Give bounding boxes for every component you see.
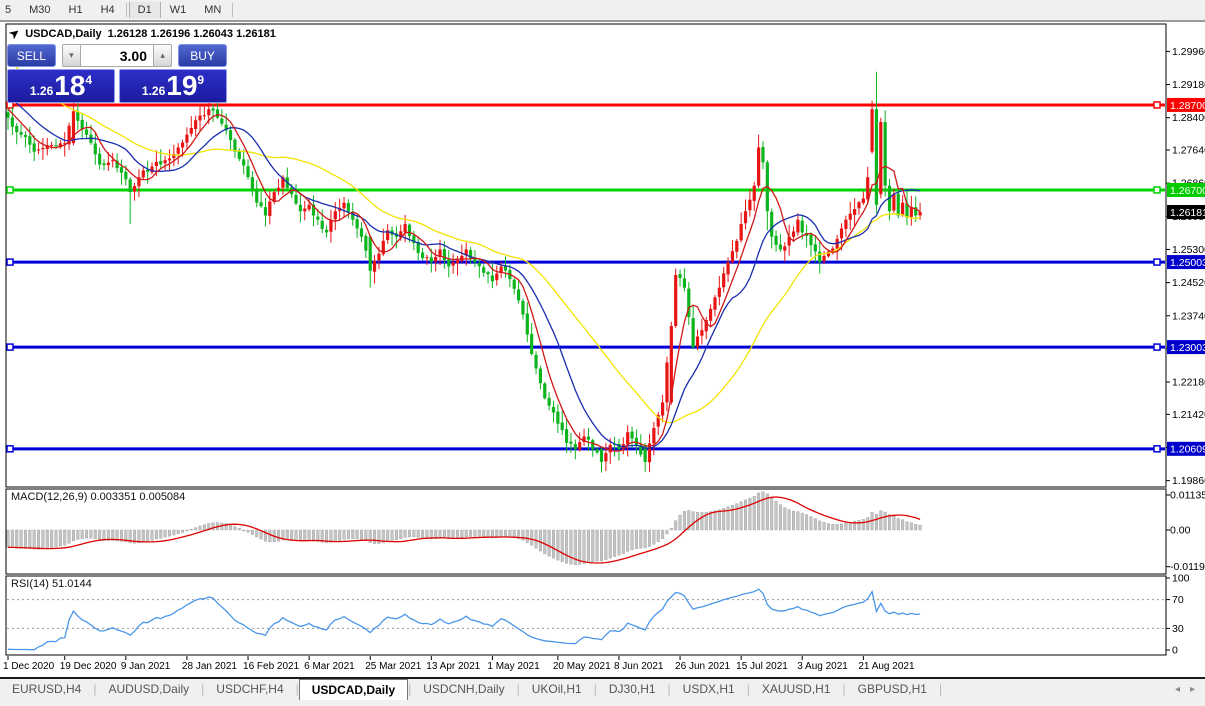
sell-button[interactable]: SELL bbox=[7, 44, 56, 67]
svg-text:0.01135: 0.01135 bbox=[1170, 489, 1205, 501]
svg-text:28 Jan 2021: 28 Jan 2021 bbox=[182, 661, 237, 672]
svg-text:1.25003: 1.25003 bbox=[1170, 257, 1205, 269]
sell-price-sup: 4 bbox=[85, 73, 92, 87]
svg-text:25 Mar 2021: 25 Mar 2021 bbox=[365, 661, 422, 672]
sell-price-big: 18 bbox=[54, 72, 85, 100]
tab-usdchf-h4[interactable]: USDCHF,H4 bbox=[204, 679, 295, 700]
one-click-trade-widget: SELL ▾ ▴ BUY 1.26 18 4 1.26 19 9 bbox=[7, 44, 227, 103]
svg-text:70: 70 bbox=[1172, 594, 1184, 606]
tab-eurusd-h4[interactable]: EURUSD,H4 bbox=[0, 679, 93, 700]
date-axis: 1 Dec 2020 19 Dec 2020 9 Jan 2021 28 Jan 20… bbox=[3, 656, 915, 672]
svg-text:9 Jan 2021: 9 Jan 2021 bbox=[121, 661, 171, 672]
svg-text:1.25300: 1.25300 bbox=[1172, 244, 1205, 256]
buy-price-small: 1.26 bbox=[142, 84, 165, 98]
svg-text:1.28400: 1.28400 bbox=[1172, 112, 1205, 124]
symbol-title: USDCAD,Daily bbox=[25, 28, 101, 40]
timeframe-h4[interactable]: H4 bbox=[92, 2, 124, 18]
timeframe-d1[interactable]: D1 bbox=[129, 2, 161, 18]
volume-decrease-button[interactable]: ▾ bbox=[62, 44, 81, 67]
mt4-window: 1.299601.291801.284001.276401.268601.260… bbox=[0, 0, 1205, 706]
volume-increase-button[interactable]: ▴ bbox=[153, 44, 172, 67]
svg-text:26 Jun 2021: 26 Jun 2021 bbox=[675, 661, 730, 672]
svg-text:1.21420: 1.21420 bbox=[1172, 409, 1205, 421]
timeframe-toolbar: 5M30H1H4 D1W1MN bbox=[0, 0, 1205, 22]
ohlc-values: 1.26128 1.26196 1.26043 1.26181 bbox=[108, 28, 276, 40]
svg-text:1.23003: 1.23003 bbox=[1170, 342, 1205, 354]
tab-usdcnh-daily[interactable]: USDCNH,Daily bbox=[411, 679, 516, 700]
buy-price-big: 19 bbox=[166, 72, 197, 100]
toolbar-separator bbox=[126, 3, 127, 17]
tab-scroll-right[interactable]: ▸ bbox=[1190, 684, 1195, 695]
svg-text:3 Aug 2021: 3 Aug 2021 bbox=[797, 661, 848, 672]
svg-text:100: 100 bbox=[1172, 573, 1190, 585]
tab-gbpusd-h1[interactable]: GBPUSD,H1 bbox=[846, 679, 939, 700]
tab-xauusd-h1[interactable]: XAUUSD,H1 bbox=[750, 679, 843, 700]
svg-text:1.29960: 1.29960 bbox=[1172, 46, 1205, 58]
macd-indicator-label: MACD(12,26,9) 0.003351 0.005084 bbox=[11, 491, 185, 503]
svg-text:30: 30 bbox=[1172, 623, 1184, 635]
svg-text:8 Jun 2021: 8 Jun 2021 bbox=[614, 661, 664, 672]
timeframe-mn[interactable]: MN bbox=[195, 2, 230, 18]
timeframe-h1[interactable]: H1 bbox=[60, 2, 92, 18]
volume-input[interactable] bbox=[81, 44, 153, 67]
toolbar-separator bbox=[232, 3, 233, 17]
svg-text:-0.01190: -0.01190 bbox=[1170, 561, 1205, 573]
svg-text:1.24520: 1.24520 bbox=[1172, 277, 1205, 289]
svg-text:1.23740: 1.23740 bbox=[1172, 310, 1205, 322]
buy-price-sup: 9 bbox=[197, 73, 204, 87]
sell-price-panel[interactable]: 1.26 18 4 bbox=[7, 69, 115, 103]
tab-audusd-daily[interactable]: AUDUSD,Daily bbox=[96, 679, 201, 700]
svg-text:1.29180: 1.29180 bbox=[1172, 79, 1205, 91]
svg-text:19 Dec 2020: 19 Dec 2020 bbox=[60, 661, 117, 672]
buy-price-panel[interactable]: 1.26 19 9 bbox=[119, 69, 227, 103]
svg-text:1.27640: 1.27640 bbox=[1172, 145, 1205, 157]
svg-text:1.19860: 1.19860 bbox=[1172, 475, 1205, 487]
svg-text:6 Mar 2021: 6 Mar 2021 bbox=[304, 661, 355, 672]
svg-text:16 Feb 2021: 16 Feb 2021 bbox=[243, 661, 300, 672]
timeframe-w1[interactable]: W1 bbox=[161, 2, 196, 18]
svg-text:1.20609: 1.20609 bbox=[1170, 444, 1205, 456]
svg-text:1 Dec 2020: 1 Dec 2020 bbox=[3, 661, 55, 672]
svg-text:1.26700: 1.26700 bbox=[1170, 185, 1205, 197]
tab-dj30-h1[interactable]: DJ30,H1 bbox=[597, 679, 668, 700]
buy-button[interactable]: BUY bbox=[178, 44, 227, 67]
svg-text:1.26181: 1.26181 bbox=[1170, 207, 1205, 219]
chart-tab-bar: EURUSD,H4|AUDUSD,Daily|USDCHF,H4|USDCAD,… bbox=[0, 677, 1205, 700]
chart-title: ➤ USDCAD,Daily 1.26128 1.26196 1.26043 1… bbox=[10, 27, 276, 40]
svg-text:15 Jul 2021: 15 Jul 2021 bbox=[736, 661, 788, 672]
rsi-indicator-label: RSI(14) 51.0144 bbox=[11, 578, 92, 590]
tab-scroll-arrows: ◂ ▸ bbox=[1175, 679, 1205, 700]
tab-usdcad-daily[interactable]: USDCAD,Daily bbox=[299, 679, 408, 700]
tab-separator: | bbox=[939, 679, 942, 700]
tab-usdx-h1[interactable]: USDX,H1 bbox=[671, 679, 747, 700]
tab-scroll-left[interactable]: ◂ bbox=[1175, 684, 1180, 695]
svg-text:0.00: 0.00 bbox=[1170, 525, 1191, 537]
tab-ukoil-h1[interactable]: UKOil,H1 bbox=[520, 679, 594, 700]
svg-text:21 Aug 2021: 21 Aug 2021 bbox=[858, 661, 915, 672]
sell-price-small: 1.26 bbox=[30, 84, 53, 98]
chart-panes bbox=[6, 24, 1166, 655]
svg-text:0: 0 bbox=[1172, 645, 1178, 657]
timeframe-m30[interactable]: M30 bbox=[20, 2, 59, 18]
svg-text:1.22180: 1.22180 bbox=[1172, 377, 1205, 389]
timeframe-5[interactable]: 5 bbox=[0, 2, 20, 18]
svg-text:13 Apr 2021: 13 Apr 2021 bbox=[426, 661, 480, 672]
svg-text:1.28700: 1.28700 bbox=[1170, 100, 1205, 112]
svg-text:20 May 2021: 20 May 2021 bbox=[553, 661, 611, 672]
svg-text:1 May 2021: 1 May 2021 bbox=[487, 661, 540, 672]
